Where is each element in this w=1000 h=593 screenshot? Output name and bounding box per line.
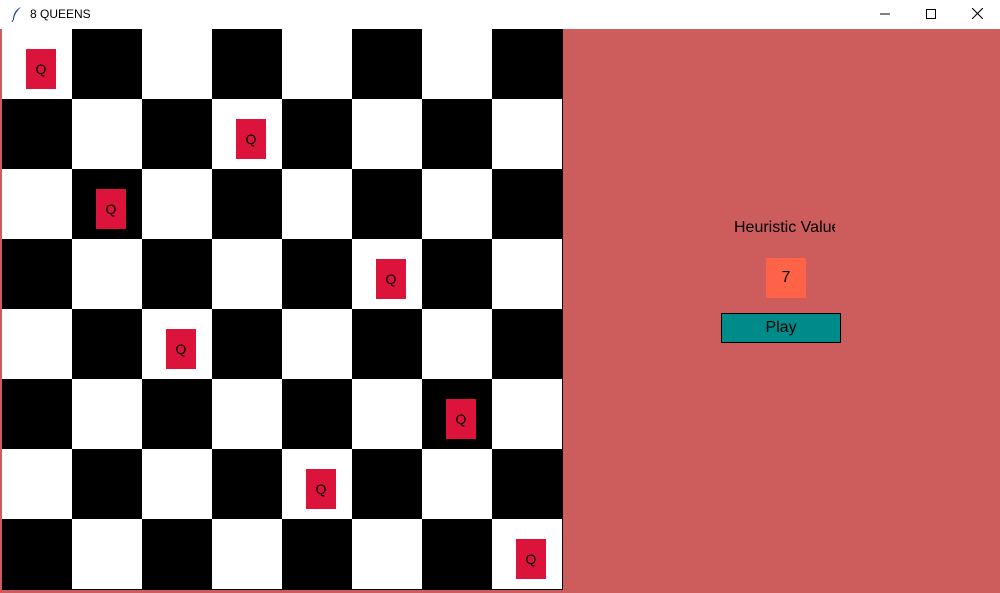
chess-board: Q Q Q Q Q Q Q Q bbox=[2, 29, 563, 590]
board-square[interactable] bbox=[212, 169, 282, 239]
board-square[interactable]: Q bbox=[2, 29, 72, 99]
board-square[interactable] bbox=[142, 169, 212, 239]
board-square[interactable] bbox=[142, 29, 212, 99]
board-square[interactable] bbox=[352, 519, 422, 589]
board-square[interactable] bbox=[352, 169, 422, 239]
board-square[interactable] bbox=[422, 449, 492, 519]
board-square[interactable] bbox=[72, 239, 142, 309]
maximize-icon bbox=[926, 6, 936, 24]
board-square[interactable] bbox=[352, 379, 422, 449]
board-square[interactable] bbox=[422, 519, 492, 589]
board-square[interactable] bbox=[492, 449, 562, 519]
app-window: 8 QUEENS Q Q Q Q Q Q Q Q Heuristic Value 7 Play bbox=[0, 0, 1000, 593]
board-square[interactable] bbox=[212, 519, 282, 589]
board-square[interactable] bbox=[212, 379, 282, 449]
board-square[interactable] bbox=[492, 99, 562, 169]
queen-piece[interactable]: Q bbox=[446, 399, 476, 439]
minimize-icon bbox=[880, 6, 890, 24]
board-square[interactable] bbox=[212, 29, 282, 99]
queen-piece[interactable]: Q bbox=[516, 539, 546, 579]
board-square[interactable] bbox=[2, 519, 72, 589]
title-bar[interactable]: 8 QUEENS bbox=[0, 0, 1000, 29]
board-square[interactable] bbox=[2, 309, 72, 379]
board-square[interactable] bbox=[492, 169, 562, 239]
heuristic-value: 7 bbox=[766, 258, 806, 298]
queen-piece[interactable]: Q bbox=[306, 469, 336, 509]
board-square[interactable] bbox=[142, 239, 212, 309]
board-square[interactable] bbox=[212, 239, 282, 309]
board-square[interactable] bbox=[72, 519, 142, 589]
board-square[interactable] bbox=[142, 379, 212, 449]
board-square[interactable] bbox=[2, 379, 72, 449]
board-square[interactable] bbox=[72, 29, 142, 99]
board-square[interactable] bbox=[282, 309, 352, 379]
queen-piece[interactable]: Q bbox=[96, 189, 126, 229]
maximize-button[interactable] bbox=[908, 0, 954, 29]
board-square[interactable] bbox=[2, 99, 72, 169]
board-square[interactable]: Q bbox=[142, 309, 212, 379]
queen-piece[interactable]: Q bbox=[166, 329, 196, 369]
minimize-button[interactable] bbox=[862, 0, 908, 29]
board-square[interactable] bbox=[282, 99, 352, 169]
control-panel bbox=[563, 29, 1000, 593]
board-square[interactable] bbox=[352, 309, 422, 379]
board-square[interactable] bbox=[142, 449, 212, 519]
feather-icon bbox=[10, 6, 24, 23]
board-square[interactable] bbox=[282, 169, 352, 239]
board-square[interactable] bbox=[492, 239, 562, 309]
board-square[interactable]: Q bbox=[422, 379, 492, 449]
board-square[interactable] bbox=[492, 379, 562, 449]
board-square[interactable] bbox=[72, 449, 142, 519]
board-square[interactable] bbox=[282, 519, 352, 589]
board-square[interactable] bbox=[72, 309, 142, 379]
board-square[interactable] bbox=[422, 169, 492, 239]
board-square[interactable] bbox=[2, 449, 72, 519]
board-square[interactable] bbox=[72, 99, 142, 169]
board-square[interactable] bbox=[212, 309, 282, 379]
queen-piece[interactable]: Q bbox=[376, 259, 406, 299]
board-square[interactable]: Q bbox=[72, 169, 142, 239]
board-square[interactable] bbox=[2, 239, 72, 309]
window-title: 8 QUEENS bbox=[30, 7, 91, 21]
board-square[interactable]: Q bbox=[212, 99, 282, 169]
board-square[interactable]: Q bbox=[352, 239, 422, 309]
board-square[interactable] bbox=[142, 519, 212, 589]
board-square[interactable] bbox=[282, 379, 352, 449]
board-square[interactable] bbox=[282, 239, 352, 309]
board-square[interactable] bbox=[212, 449, 282, 519]
board-square[interactable] bbox=[352, 99, 422, 169]
play-button[interactable]: Play bbox=[721, 313, 841, 343]
board-square[interactable] bbox=[352, 29, 422, 99]
queen-piece[interactable]: Q bbox=[236, 119, 266, 159]
board-square[interactable] bbox=[352, 449, 422, 519]
board-square[interactable] bbox=[72, 379, 142, 449]
board-square[interactable] bbox=[422, 309, 492, 379]
board-square[interactable] bbox=[142, 99, 212, 169]
board-square[interactable] bbox=[492, 29, 562, 99]
board-square[interactable] bbox=[422, 239, 492, 309]
close-icon bbox=[971, 6, 983, 24]
board-square[interactable]: Q bbox=[492, 519, 562, 589]
board-square[interactable] bbox=[282, 29, 352, 99]
queen-piece[interactable]: Q bbox=[26, 49, 56, 89]
board-square[interactable] bbox=[422, 29, 492, 99]
board-square[interactable]: Q bbox=[282, 449, 352, 519]
board-square[interactable] bbox=[422, 99, 492, 169]
board-square[interactable] bbox=[492, 309, 562, 379]
board-square[interactable] bbox=[2, 169, 72, 239]
close-button[interactable] bbox=[954, 0, 1000, 29]
heuristic-label: Heuristic Value bbox=[734, 219, 835, 236]
